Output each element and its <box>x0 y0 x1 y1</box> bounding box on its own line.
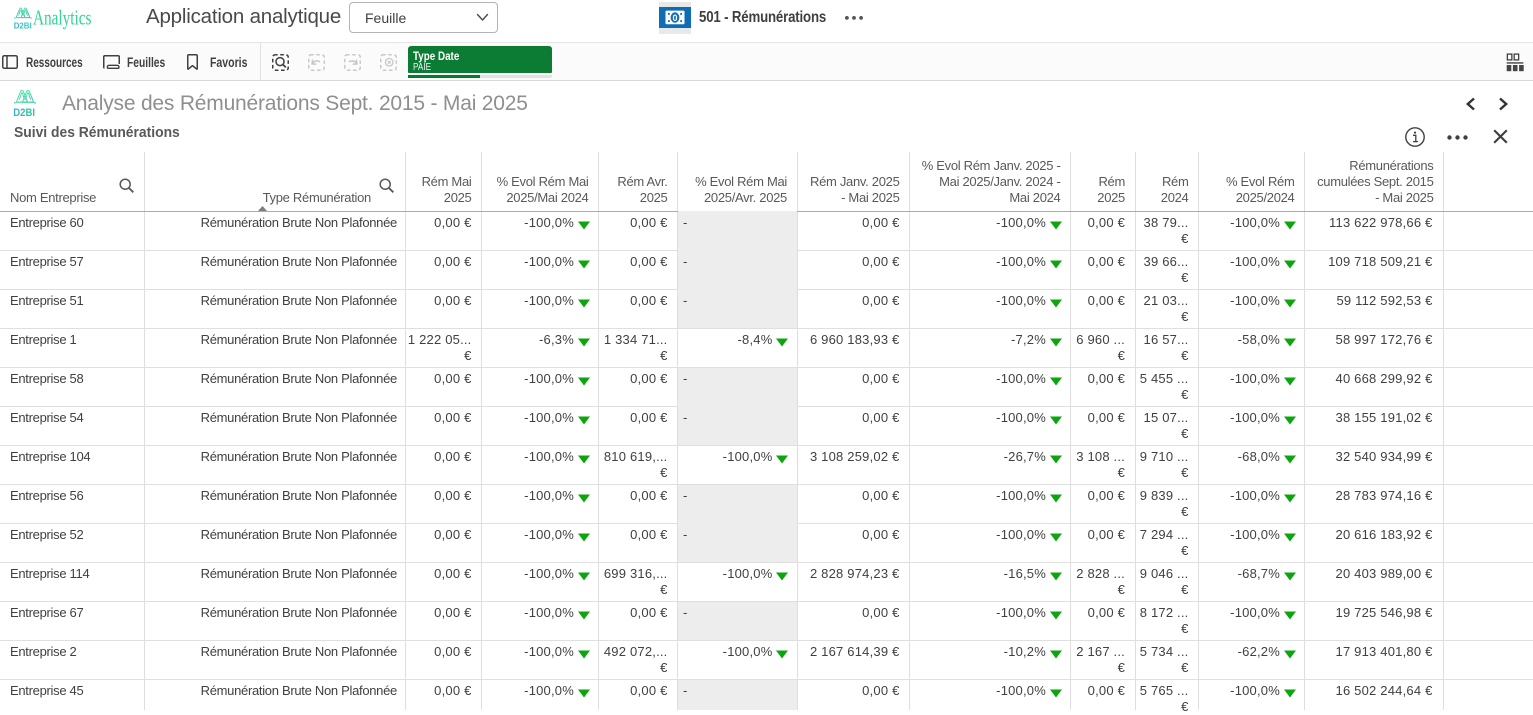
svg-text:0: 0 <box>672 13 677 23</box>
svg-text:D2BI: D2BI <box>14 21 32 31</box>
svg-text:Analytics: Analytics <box>33 5 92 29</box>
svg-text:D2BI: D2BI <box>13 107 35 119</box>
